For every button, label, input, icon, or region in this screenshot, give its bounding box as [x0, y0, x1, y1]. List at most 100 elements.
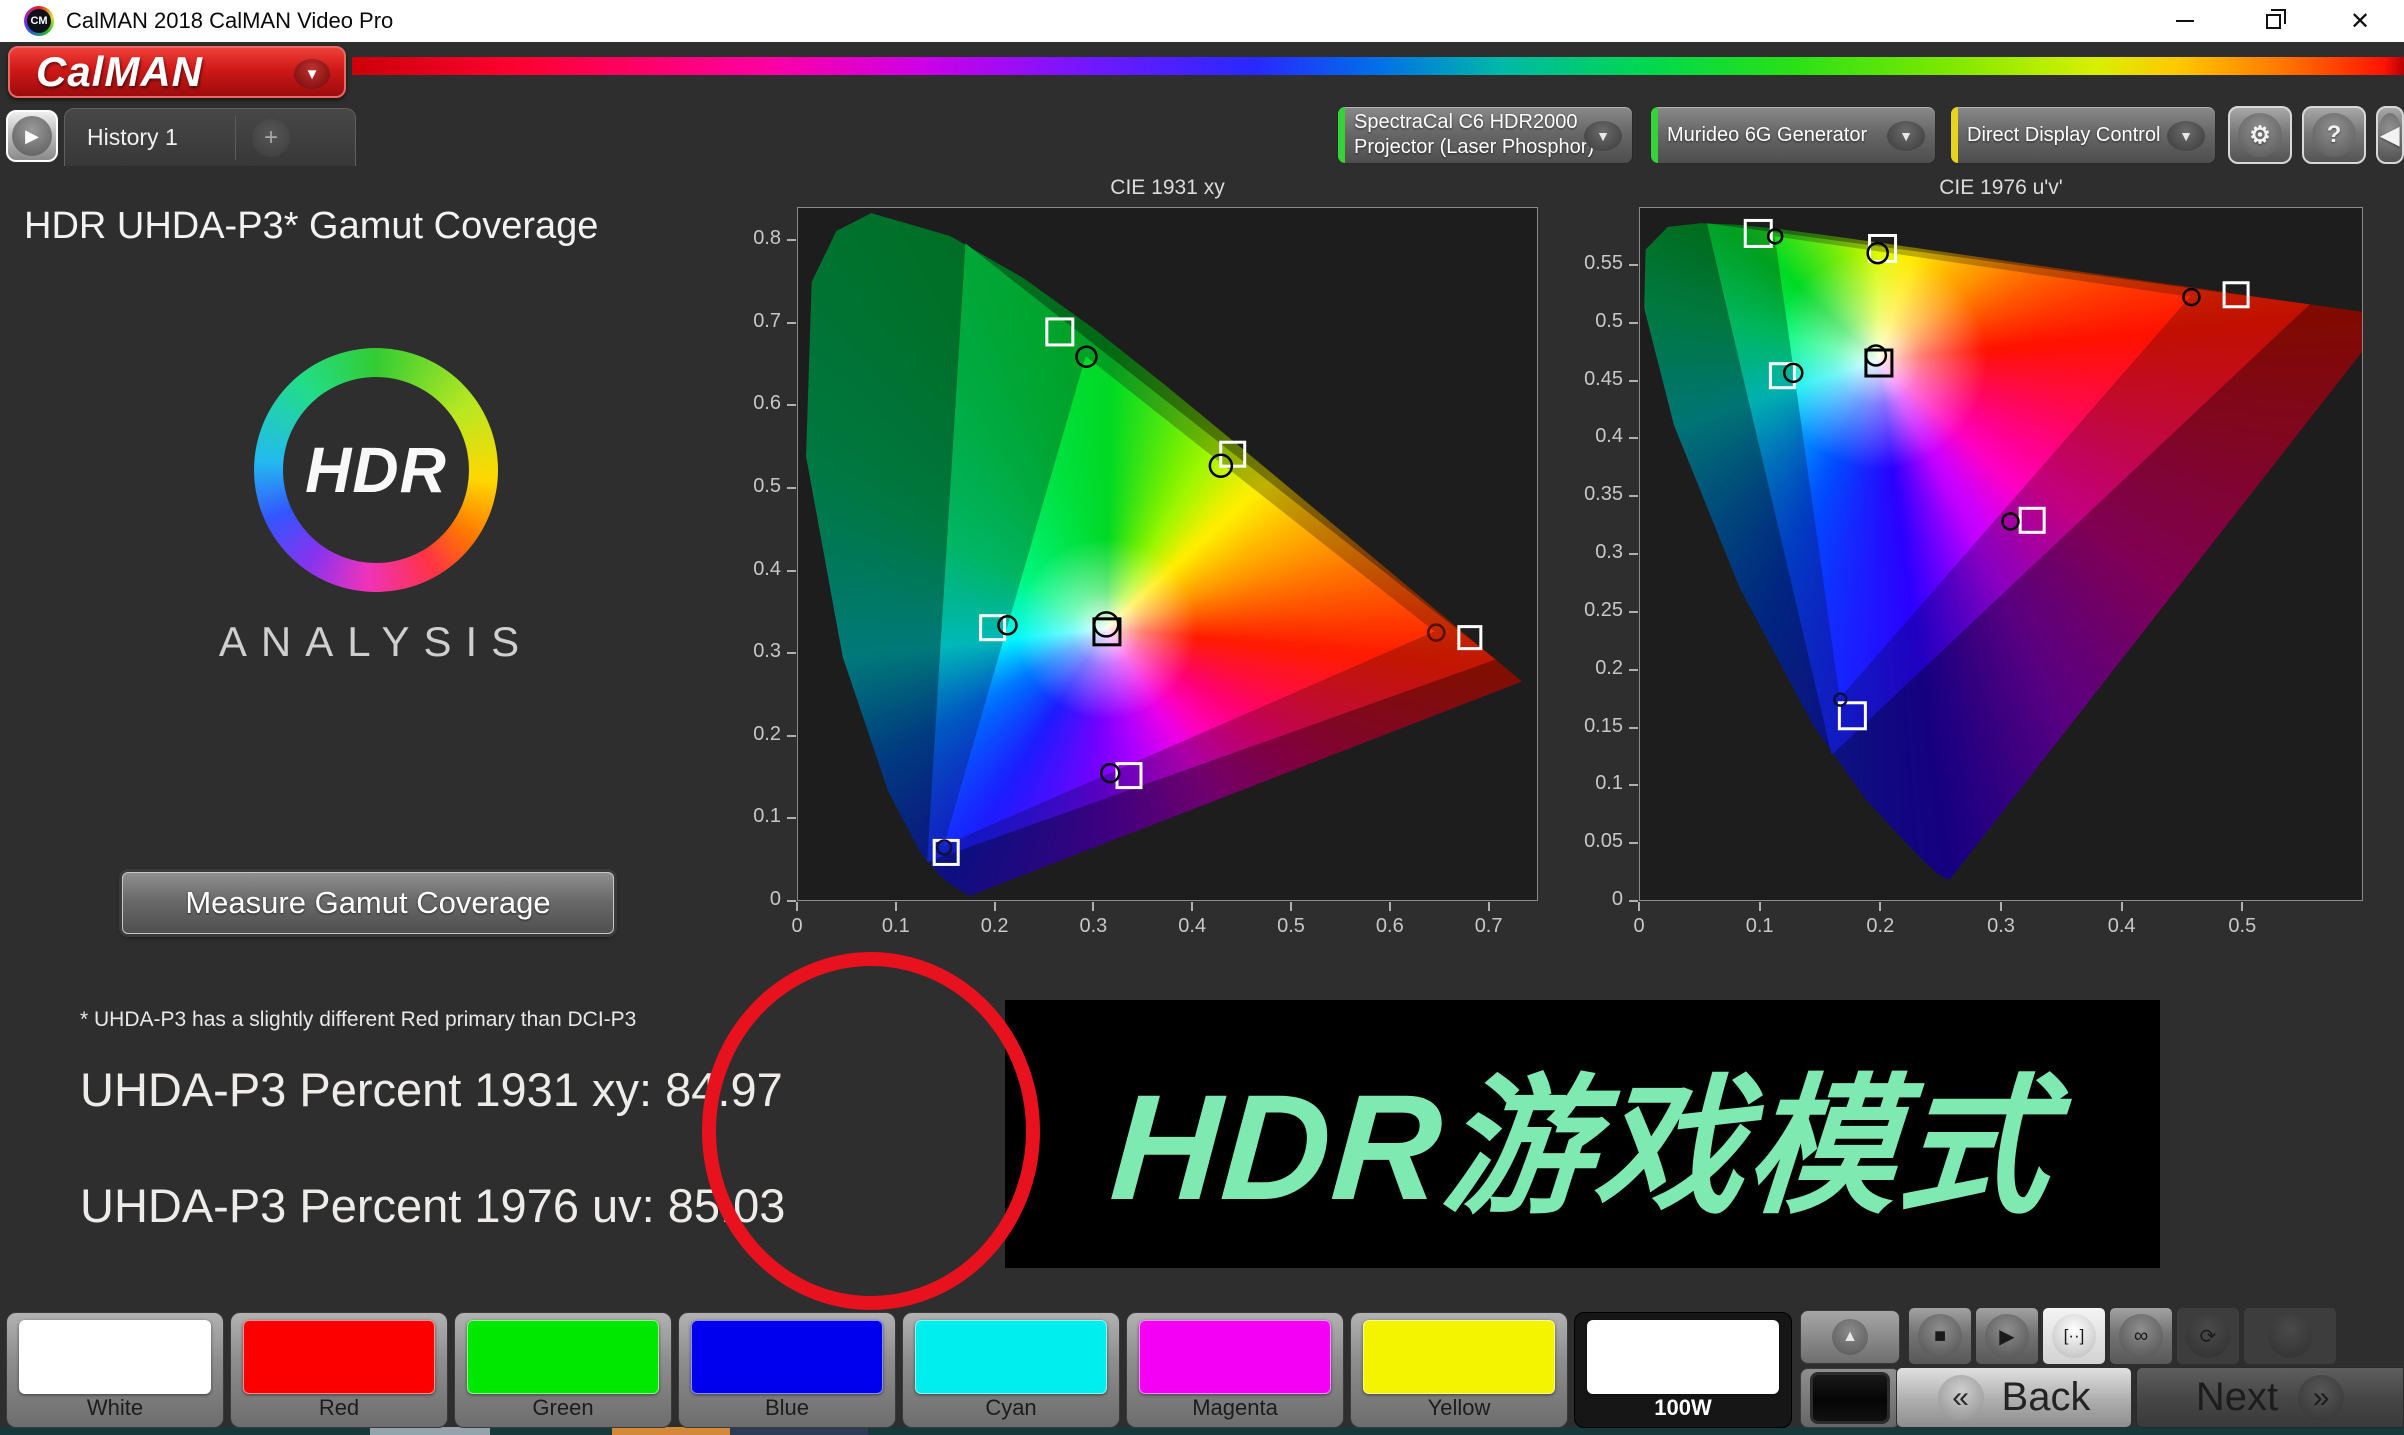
play-arrow-icon: ▶ [12, 116, 52, 156]
swatch-label: Cyan [903, 1395, 1119, 1421]
y-tick [1629, 380, 1638, 382]
close-button[interactable]: ✕ [2316, 0, 2404, 42]
settings-icon: ⚙ [2238, 113, 2282, 157]
pattern-swatch-white[interactable]: White [6, 1312, 224, 1428]
target-square-marker [1117, 764, 1141, 788]
y-tick-label: 0.5 [1553, 310, 1623, 333]
stop-icon: ■ [1918, 1314, 1962, 1358]
swatch-label: Blue [679, 1395, 895, 1421]
measured-circle-marker [937, 840, 951, 854]
minimize-icon [2176, 20, 2194, 22]
x-tick [1488, 902, 1490, 911]
y-tick [787, 487, 796, 489]
swatch-color-chip [467, 1320, 659, 1394]
restore-button[interactable] [2229, 0, 2317, 42]
y-tick-label: 0.3 [711, 640, 781, 663]
measured-circle-marker [2002, 513, 2018, 529]
measured-circle-marker [998, 616, 1016, 634]
pattern-swatch-magenta[interactable]: Magenta [1126, 1312, 1344, 1428]
measured-circle-marker [1094, 612, 1118, 636]
target-square-marker [1870, 235, 1896, 261]
y-tick [787, 239, 796, 241]
swatch-color-chip [1587, 1320, 1779, 1394]
measure-gamut-coverage-button[interactable]: Measure Gamut Coverage [122, 872, 614, 934]
y-tick-label: 0.7 [711, 310, 781, 333]
y-tick-label: 0.4 [1553, 425, 1623, 448]
device-dropdown-display-control[interactable]: Direct Display Control▼ [1950, 106, 2216, 164]
window-size-up-button[interactable]: ▲ [1800, 1310, 1900, 1364]
settings-button[interactable]: ⚙ [2228, 106, 2292, 164]
back-chevrons-icon: « [1938, 1375, 1984, 1421]
device-dropdown-source[interactable]: Murideo 6G Generator▼ [1650, 106, 1936, 164]
pattern-swatch-red[interactable]: Red [230, 1312, 448, 1428]
y-tick-label: 0.8 [711, 227, 781, 250]
workflow-expander-button[interactable]: ▶ [6, 110, 58, 162]
help-icon: ? [2312, 113, 2356, 157]
y-tick [787, 817, 796, 819]
tab-history-1[interactable]: History 1 [65, 124, 235, 151]
hdr-logo-text: HDR [305, 433, 447, 507]
back-button[interactable]: « Back [1896, 1367, 2132, 1428]
x-tick-label: 0.2 [1866, 915, 1894, 938]
device-label: Direct Display Control [1967, 107, 2160, 163]
calman-logo: CalMAN [36, 48, 203, 96]
y-tick-label: 0.6 [711, 392, 781, 415]
play-button[interactable]: ▶ [1975, 1307, 2039, 1365]
next-button[interactable]: Next » [2136, 1367, 2404, 1428]
measured-circle-marker [1428, 625, 1444, 641]
minimize-button[interactable] [2141, 0, 2229, 42]
y-tick [787, 900, 796, 902]
y-tick [1629, 611, 1638, 613]
red-circle-annotation [690, 940, 1070, 1340]
x-tick [1290, 902, 1292, 911]
collapse-panel-button[interactable]: ◀ [2376, 106, 2404, 164]
x-tick [1638, 902, 1640, 911]
device-status-stripe [1338, 107, 1345, 163]
range-icon: [··] [2052, 1314, 2096, 1358]
loop-button[interactable]: ∞ [2109, 1307, 2173, 1365]
y-tick-label: 0.2 [1553, 657, 1623, 680]
taskbar-segment [730, 1427, 868, 1435]
y-tick-label: 0 [711, 888, 781, 911]
y-tick [1629, 437, 1638, 439]
pattern-swatch-yellow[interactable]: Yellow [1350, 1312, 1568, 1428]
device-dropdown-meter[interactable]: SpectraCal C6 HDR2000Projector (Laser Ph… [1337, 106, 1633, 164]
percent-1976-value: UHDA-P3 Percent 1976 uv: 85.03 [80, 1178, 785, 1233]
x-tick [994, 902, 996, 911]
restore-icon [2266, 14, 2281, 29]
swatch-label: 100W [1575, 1395, 1791, 1421]
x-tick-label: 0.4 [2108, 915, 2136, 938]
pattern-swatch-green[interactable]: Green [454, 1312, 672, 1428]
app-icon: CM [24, 6, 54, 36]
measured-circle-marker [1866, 345, 1886, 365]
cie-plot-2 [1639, 207, 2363, 901]
x-tick [1759, 902, 1761, 911]
x-tick-label: 0.4 [1178, 915, 1206, 938]
target-square-marker [1839, 703, 1865, 729]
y-tick-label: 0.15 [1553, 715, 1623, 738]
history-tabbar: History 1 + [64, 108, 356, 166]
x-tick-label: 0.5 [1277, 915, 1305, 938]
loop-icon: ∞ [2119, 1314, 2163, 1358]
extra-icon [2268, 1314, 2312, 1358]
taskbar-edge-strip [0, 1427, 2404, 1435]
y-tick [787, 652, 796, 654]
pattern-swatch-100w[interactable]: 100W [1574, 1312, 1792, 1428]
taskbar-segment [370, 1427, 490, 1435]
stop-button[interactable]: ■ [1908, 1307, 1972, 1365]
target-square-marker [2224, 283, 2248, 307]
calman-menu-button[interactable]: CalMAN ▼ [8, 46, 346, 98]
target-square-marker [2020, 508, 2044, 532]
chart-title: CIE 1976 u'v' [1801, 176, 2201, 200]
swatch-color-chip [19, 1320, 211, 1394]
add-tab-button[interactable]: + [252, 119, 290, 157]
window-size-preview-button[interactable] [1800, 1368, 1900, 1428]
uhda-footnote: * UHDA-P3 has a slightly different Red p… [80, 1008, 636, 1032]
help-button[interactable]: ? [2302, 106, 2366, 164]
range-button[interactable]: [··] [2042, 1307, 2106, 1365]
y-tick-label: 0.3 [1553, 541, 1623, 564]
y-tick-label: 0.4 [711, 558, 781, 581]
x-tick [2121, 902, 2123, 911]
target-square-marker [1047, 319, 1073, 345]
chevron-down-icon: ▼ [294, 59, 330, 89]
